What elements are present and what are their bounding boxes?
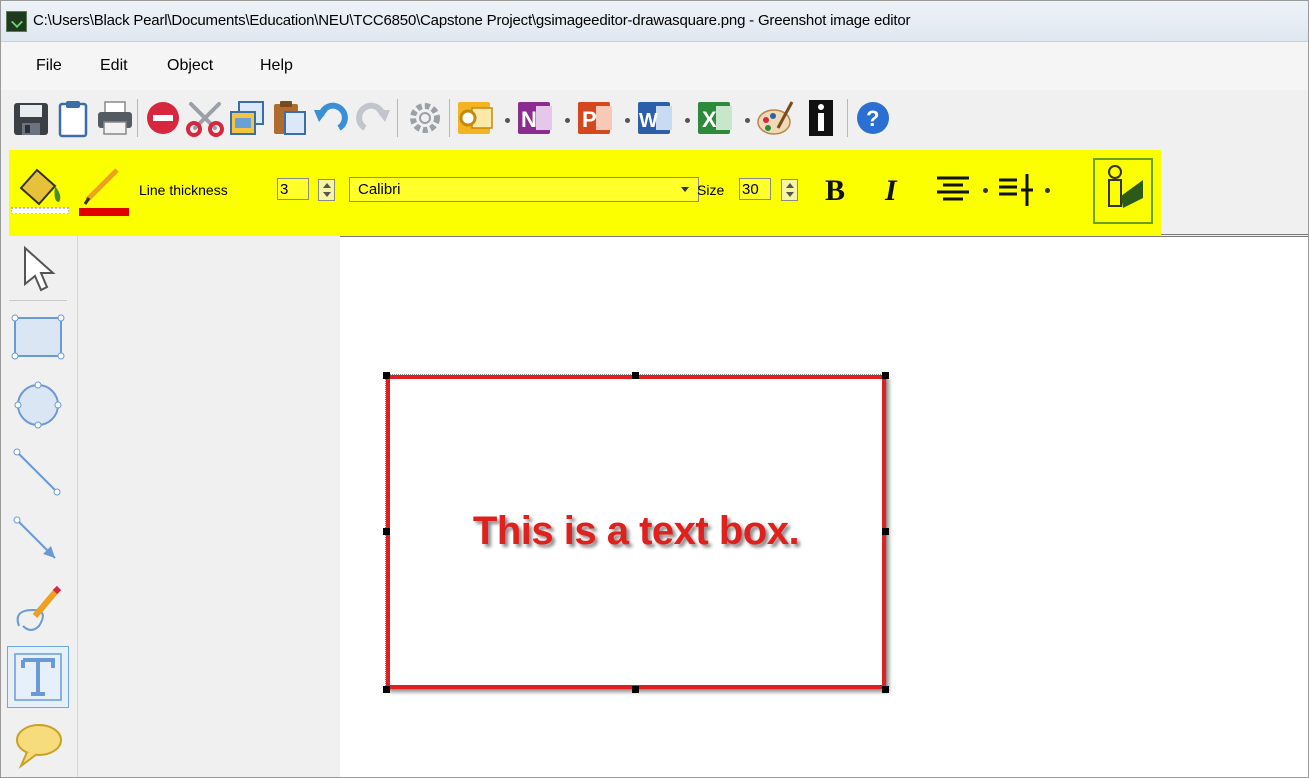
toolbar-separator (847, 99, 848, 137)
arrow-tool-icon[interactable] (9, 512, 67, 570)
drawing-tools-panel (1, 236, 78, 777)
rectangle-tool-icon[interactable] (9, 308, 67, 366)
redo-icon[interactable] (353, 98, 393, 138)
horizontal-align-dropdown[interactable] (983, 188, 988, 193)
help-icon[interactable]: ? (853, 98, 893, 138)
svg-text:W: W (639, 110, 658, 132)
delete-icon[interactable] (143, 98, 183, 138)
toolbar-separator (449, 99, 450, 137)
greenshot-app-icon[interactable] (6, 11, 27, 32)
title-bar: C:\Users\Black Pearl\Documents\Education… (1, 1, 1308, 42)
canvas-border (1161, 234, 1308, 235)
clipboard-icon[interactable] (53, 98, 93, 138)
resize-handle[interactable] (882, 686, 889, 693)
greenshot-editor-window: C:\Users\Black Pearl\Documents\Education… (0, 0, 1309, 778)
print-icon[interactable] (95, 98, 135, 138)
ellipse-tool-icon[interactable] (9, 376, 67, 434)
menu-bar: File Edit Object Help (1, 42, 1308, 90)
copy-icon[interactable] (227, 98, 267, 138)
resize-handle[interactable] (882, 372, 889, 379)
outlook-dropdown[interactable] (505, 118, 510, 123)
menu-file[interactable]: File (36, 57, 62, 75)
font-family-select[interactable]: Calibri (349, 177, 699, 202)
paste-icon[interactable] (269, 98, 309, 138)
fill-color-icon[interactable] (11, 162, 69, 214)
onenote-dropdown[interactable] (565, 118, 570, 123)
resize-handle[interactable] (383, 686, 390, 693)
properties-toolbar: Line thickness 3 Calibri Size 30 B I (9, 150, 1161, 237)
excel-icon[interactable]: X (696, 98, 736, 138)
undo-icon[interactable] (311, 98, 351, 138)
horizontal-align-icon[interactable] (933, 170, 975, 210)
svg-text:?: ? (866, 106, 879, 131)
font-size-spinner[interactable] (781, 179, 798, 201)
line-thickness-spinner[interactable] (318, 179, 335, 201)
paint-icon[interactable] (756, 98, 796, 138)
toolbar-separator (397, 99, 398, 137)
window-title: C:\Users\Black Pearl\Documents\Education… (33, 12, 911, 29)
info-icon[interactable] (801, 98, 841, 138)
svg-text:B: B (825, 174, 845, 207)
menu-help[interactable]: Help (260, 57, 293, 75)
excel-dropdown[interactable] (745, 118, 750, 123)
shadow-toggle-icon[interactable] (1093, 158, 1153, 224)
speech-bubble-tool-icon[interactable] (9, 716, 67, 774)
text-tool-icon[interactable] (9, 648, 67, 706)
text-box-object[interactable]: This is a text box. (385, 374, 887, 690)
word-icon[interactable]: W (636, 98, 676, 138)
cut-icon[interactable] (185, 98, 225, 138)
svg-text:P: P (582, 107, 597, 132)
resize-handle[interactable] (632, 686, 639, 693)
line-color-icon[interactable] (75, 162, 133, 216)
pointer-icon[interactable] (9, 240, 67, 298)
font-size-label: Size (697, 182, 725, 198)
font-family-dropdown-arrow[interactable] (681, 187, 689, 192)
powerpoint-dropdown[interactable] (625, 118, 630, 123)
freehand-tool-icon[interactable] (9, 580, 67, 638)
main-toolbar: N P W X ? (1, 90, 1308, 150)
vertical-align-dropdown[interactable] (1045, 188, 1050, 193)
save-icon[interactable] (11, 98, 51, 138)
line-tool-icon[interactable] (9, 444, 67, 502)
menu-edit[interactable]: Edit (100, 57, 128, 75)
line-thickness-label: Line thickness (139, 182, 228, 198)
resize-handle[interactable] (632, 372, 639, 379)
svg-text:N: N (521, 107, 537, 132)
resize-handle[interactable] (882, 528, 889, 535)
toolbar-separator (137, 99, 138, 137)
font-size-input[interactable]: 30 (739, 178, 771, 200)
settings-icon[interactable] (405, 98, 445, 138)
resize-handle[interactable] (383, 372, 390, 379)
canvas-background (78, 236, 340, 777)
onenote-icon[interactable]: N (516, 98, 556, 138)
powerpoint-icon[interactable]: P (576, 98, 616, 138)
tools-separator (9, 300, 67, 301)
svg-text:X: X (702, 107, 717, 132)
text-box-content[interactable]: This is a text box. (390, 509, 882, 554)
word-dropdown[interactable] (685, 118, 690, 123)
vertical-align-icon[interactable] (997, 170, 1041, 210)
svg-text:I: I (884, 174, 898, 207)
resize-handle[interactable] (383, 528, 390, 535)
line-thickness-input[interactable]: 3 (277, 178, 309, 200)
italic-icon[interactable]: I (877, 170, 913, 210)
outlook-icon[interactable] (456, 98, 496, 138)
bold-icon[interactable]: B (821, 170, 857, 210)
menu-object[interactable]: Object (167, 57, 213, 75)
